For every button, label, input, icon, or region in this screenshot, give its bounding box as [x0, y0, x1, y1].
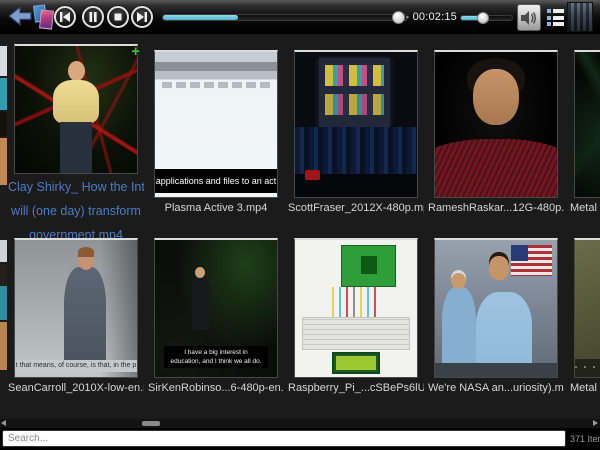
- thumbnail-art: I have a big interest in education, and …: [155, 240, 277, 377]
- horizontal-scrollbar[interactable]: [0, 419, 600, 428]
- video-filename: ScottFraser_2012X-480p.mp4: [288, 202, 424, 214]
- playlist-bullet: [547, 16, 551, 20]
- video-item-scottfraser[interactable]: ScottFraser_2012X-480p.mp4: [288, 50, 424, 214]
- media-grid: + Clay Shirky_ How the Internet will (on…: [0, 34, 600, 419]
- media-library-logo-icon[interactable]: [33, 3, 55, 31]
- edge-thumbnail-fragment: [0, 78, 7, 110]
- video-filename: Raspberry_Pi_...cSBePs6lU.mp4: [288, 382, 424, 394]
- edge-thumbnail-fragment: [0, 112, 7, 136]
- thumbnail-art: [575, 240, 600, 377]
- video-thumbnail: I have a big interest in education, and …: [154, 238, 278, 378]
- back-arrow-icon[interactable]: [8, 6, 32, 26]
- stop-icon: [112, 11, 124, 23]
- volume-slider-handle[interactable]: [477, 12, 489, 24]
- thumbnail-art: [435, 240, 557, 377]
- video-filename: Plasma Active 3.mp4: [148, 202, 284, 214]
- time-display: - 00:02:15: [403, 11, 457, 23]
- video-item-sirkenrobinson[interactable]: I have a big interest in education, and …: [148, 238, 284, 394]
- edge-thumbnail-fragment: [0, 240, 7, 262]
- video-filename-line: Clay Shirky_ How the Internet: [8, 177, 144, 198]
- playlist-line: [553, 22, 564, 26]
- video-thumbnail: [574, 50, 600, 198]
- search-bar: 371 Items: [0, 428, 600, 450]
- thumbnail-art: [15, 46, 137, 173]
- video-filename: SirKenRobinso...6-480p-en.mp4: [148, 382, 284, 394]
- scroll-right-icon[interactable]: [593, 420, 598, 426]
- video-thumbnail: t that means, of course, is that, in the…: [14, 238, 138, 378]
- playlist-line: [553, 16, 564, 20]
- thumbnail-art: t that means, of course, is that, in the…: [15, 240, 137, 377]
- video-item-metal-gear-1[interactable]: Metal Ge: [568, 50, 600, 214]
- seek-slider[interactable]: [162, 14, 408, 21]
- playlist-bullet: [547, 9, 551, 13]
- edge-thumbnail-fragment: [0, 286, 7, 320]
- video-thumbnail: [574, 238, 600, 378]
- scrollbar-thumb[interactable]: [142, 421, 160, 426]
- scroll-left-icon[interactable]: [1, 420, 6, 426]
- skip-previous-icon: [58, 11, 72, 23]
- video-item-seancarroll[interactable]: t that means, of course, is that, in the…: [8, 238, 144, 394]
- speaker-icon: [520, 10, 538, 26]
- search-input[interactable]: [2, 430, 566, 447]
- edge-thumbnail-fragment: [0, 138, 7, 185]
- items-count-label: 371 Items: [570, 434, 600, 444]
- video-filename: Metal Ge: [568, 382, 600, 394]
- video-item-clay-shirky[interactable]: + Clay Shirky_ How the Internet will (on…: [8, 44, 144, 246]
- video-item-raspberry-pi[interactable]: Raspberry_Pi_...cSBePs6lU.mp4: [288, 238, 424, 394]
- playback-toolbar: - 00:02:15: [0, 0, 600, 34]
- video-filename: RameshRaskar...12G-480p.mp4: [428, 202, 564, 214]
- video-filename: SeanCarroll_2010X-low-en.mp4: [8, 382, 144, 394]
- video-thumbnail: [294, 50, 418, 198]
- video-item-metal-gear-2[interactable]: Metal Ge: [568, 238, 600, 394]
- thumbnail-art: [295, 52, 417, 197]
- subtitle-overlay: t that means, of course, is that, in the…: [15, 360, 137, 372]
- volume-mute-button[interactable]: [517, 4, 541, 31]
- playlist-icon[interactable]: [547, 9, 564, 26]
- volume-slider[interactable]: [460, 15, 513, 21]
- stop-button[interactable]: [107, 6, 129, 28]
- american-flag: [511, 245, 552, 275]
- pause-button[interactable]: [82, 6, 104, 28]
- skip-next-icon: [135, 11, 149, 23]
- video-item-nasa[interactable]: We're NASA an...uriosity).mp4: [428, 238, 564, 394]
- pause-icon: [87, 11, 99, 23]
- skip-next-button[interactable]: [131, 6, 153, 28]
- edge-thumbnail-fragment: [0, 322, 7, 370]
- thumbnail-art: [295, 240, 417, 377]
- playlist-line: [553, 9, 564, 13]
- subtitle-overlay: I have a big interest in education, and …: [164, 346, 269, 368]
- thumbnail-art: [435, 52, 557, 197]
- subtitle-line: education, and I think we all do.: [165, 357, 268, 366]
- subtitle-line: I have a big interest in: [165, 348, 268, 357]
- video-thumbnail: [294, 238, 418, 378]
- speaker-figure: [68, 61, 85, 81]
- playlist-bullet: [547, 22, 551, 26]
- subtitle-overlay: applications and files to an act: [155, 169, 277, 193]
- video-filename: We're NASA an...uriosity).mp4: [428, 382, 564, 394]
- thumbnail-art: applications and files to an act: [155, 52, 277, 197]
- seek-slider-fill: [163, 15, 238, 20]
- video-item-rameshraskar[interactable]: RameshRaskar...12G-480p.mp4: [428, 50, 564, 214]
- thumbnail-art: [575, 52, 600, 197]
- edge-thumbnail-fragment: [0, 46, 7, 76]
- video-thumbnail: [434, 50, 558, 198]
- add-to-playlist-icon[interactable]: +: [131, 43, 140, 60]
- video-filename: Metal Ge: [568, 202, 600, 214]
- logo-card-front: [39, 9, 54, 29]
- skip-previous-button[interactable]: [54, 6, 76, 28]
- video-thumbnail: [14, 44, 138, 174]
- media-center-window: - 00:02:15 +: [0, 0, 600, 450]
- video-filename-line: will (one day) transform: [8, 201, 144, 222]
- video-thumbnail: [434, 238, 558, 378]
- video-item-plasma-active[interactable]: applications and files to an act Plasma …: [148, 50, 284, 214]
- video-thumbnail: applications and files to an act: [154, 50, 278, 198]
- now-playing-poster-thumbnail[interactable]: [567, 2, 593, 32]
